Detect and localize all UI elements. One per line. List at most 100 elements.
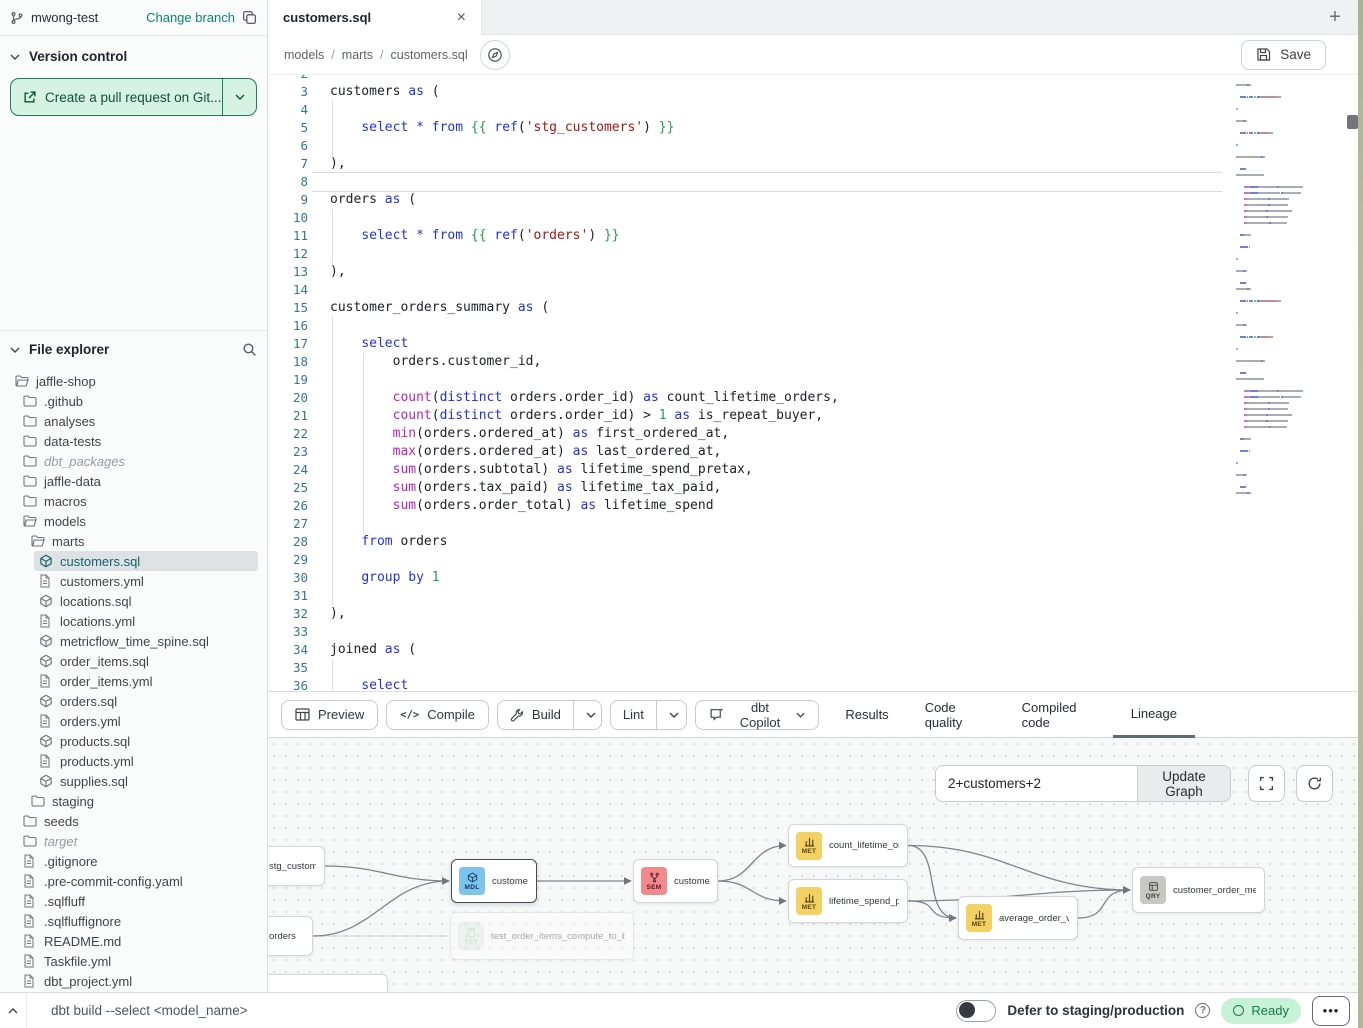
line-number: 4 — [268, 101, 308, 119]
file-tree-item-data-tests[interactable]: data-tests — [18, 431, 258, 451]
lineage-node-partial_bottom[interactable] — [268, 974, 388, 992]
file-tree-item-products-sql[interactable]: products.sql — [34, 731, 258, 751]
close-icon[interactable]: × — [457, 10, 466, 26]
lineage-node-count_lifetime_orders[interactable]: METcount_lifetime_orders — [788, 824, 908, 867]
save-button[interactable]: Save — [1241, 40, 1326, 70]
tab-customers-sql[interactable]: customers.sql × — [268, 0, 482, 35]
update-graph-button[interactable]: Update Graph — [1137, 766, 1230, 801]
mdl-badge: MDL — [459, 867, 485, 895]
fullscreen-button[interactable] — [1248, 765, 1285, 802]
file-tree-item-taskfile-yml[interactable]: Taskfile.yml — [18, 951, 258, 971]
lineage-node-average_order_value[interactable]: METaverage_order_value — [958, 896, 1078, 940]
line-number: 3 — [268, 83, 308, 101]
change-branch-link[interactable]: Change branch — [146, 10, 235, 25]
file-explorer-title: File explorer — [29, 342, 109, 357]
file-tree-item-customers-yml[interactable]: customers.yml — [34, 571, 258, 591]
file-tree-item-order-items-sql[interactable]: order_items.sql — [34, 651, 258, 671]
help-icon[interactable]: ? — [1195, 1003, 1210, 1018]
line-number: 18 — [268, 353, 308, 371]
minimap[interactable] — [1233, 75, 1323, 545]
lineage-edge-average_order_value-to-customer_order_metrics — [1078, 890, 1130, 918]
build-options-caret[interactable] — [573, 701, 602, 729]
compile-button[interactable]: </> Compile — [386, 700, 489, 730]
file-tree-item--sqlfluff[interactable]: .sqlfluff — [18, 891, 258, 911]
file-tree-item-seeds[interactable]: seeds — [18, 811, 258, 831]
file-tree-item--pre-commit-config-yaml[interactable]: .pre-commit-config.yaml — [18, 871, 258, 891]
create-pr-main[interactable]: Create a pull request on Git... — [11, 79, 223, 115]
file-tree-item-label: seeds — [44, 814, 79, 829]
more-options-button[interactable]: ••• — [1312, 996, 1350, 1026]
file-tree-item-jaffle-shop[interactable]: jaffle-shop — [10, 371, 258, 391]
file-tree-item-products-yml[interactable]: products.yml — [34, 751, 258, 771]
file-tree-item-orders-sql[interactable]: orders.sql — [34, 691, 258, 711]
file-tree-item-metricflow-time-spine-sql[interactable]: metricflow_time_spine.sql — [34, 631, 258, 651]
file-tree-item-locations-sql[interactable]: locations.sql — [34, 591, 258, 611]
editor-scrollbar-thumb[interactable] — [1347, 115, 1358, 129]
file-tree-item--gitignore[interactable]: .gitignore — [18, 851, 258, 871]
lineage-node-customer_order_metrics[interactable]: QRYcustomer_order_metrics — [1132, 867, 1265, 913]
breadcrumb-models[interactable]: models — [284, 48, 324, 62]
line-number: 8 — [268, 173, 308, 191]
file-tree-item-staging[interactable]: staging — [26, 791, 258, 811]
dbt-copilot-button[interactable]: dbt Copilot — [695, 700, 820, 730]
status-label: Ready — [1251, 1003, 1289, 1018]
create-pr-caret[interactable] — [223, 79, 256, 115]
file-tree-item-marts[interactable]: marts — [26, 531, 258, 551]
file-tree-item--github[interactable]: .github — [18, 391, 258, 411]
tab-compiled-code[interactable]: Compiled code — [1004, 692, 1113, 738]
lineage-selector-input[interactable] — [936, 766, 1137, 801]
lineage-canvas[interactable]: MDLstg_customers MDLorders MDL customers TST… — [268, 738, 1363, 992]
search-icon[interactable] — [242, 342, 257, 357]
ide-status-badge[interactable]: Ready — [1221, 998, 1301, 1024]
version-control-header[interactable]: Version control — [0, 36, 267, 72]
file-tree-item-orders-yml[interactable]: orders.yml — [34, 711, 258, 731]
file-tree-item-target[interactable]: target — [18, 831, 258, 851]
file-tree-item-jaffle-data[interactable]: jaffle-data — [18, 471, 258, 491]
preview-button[interactable]: Preview — [281, 700, 378, 730]
lineage-node-orders[interactable]: MDLorders — [268, 916, 313, 956]
code-line-23: max(orders.ordered_at) as last_ordered_a… — [330, 443, 721, 461]
lineage-node-customers_mdl[interactable]: MDL customers — [451, 859, 537, 903]
tab-lineage[interactable]: Lineage — [1113, 692, 1195, 738]
file-tree-item-readme-md[interactable]: README.md — [18, 931, 258, 951]
file-tree-item-dbt-packages[interactable]: dbt_packages — [18, 451, 258, 471]
file-tree-item--sqlfluffignore[interactable]: .sqlfluffignore — [18, 911, 258, 931]
file-tree-item-models[interactable]: models — [18, 511, 258, 531]
line-number: 27 — [268, 515, 308, 533]
defer-toggle[interactable] — [956, 1000, 996, 1022]
lineage-edge-customers_sem-to-count_lifetime_orders — [718, 846, 786, 882]
file-tree-item-customers-sql[interactable]: customers.sql — [34, 551, 258, 571]
breadcrumb-marts[interactable]: marts — [342, 48, 373, 62]
create-pr-button[interactable]: Create a pull request on Git... — [10, 78, 257, 116]
file-tree-item-order-items-yml[interactable]: order_items.yml — [34, 671, 258, 691]
command-input-placeholder[interactable]: dbt build --select <model_name> — [51, 1003, 248, 1018]
new-tab-button[interactable]: + — [1315, 0, 1355, 35]
file-tree-item-locations-yml[interactable]: locations.yml — [34, 611, 258, 631]
build-button[interactable]: Build — [498, 701, 573, 729]
minimap-line — [1236, 120, 1247, 122]
lineage-node-stg_customers[interactable]: MDLstg_customers — [268, 846, 325, 886]
compile-label: Compile — [427, 707, 475, 722]
code-editor[interactable]: 2345678910111213141516171819202122232425… — [268, 75, 1363, 691]
file-tree-item-dbt-project-yml[interactable]: dbt_project.yml — [18, 971, 258, 991]
copy-icon[interactable] — [242, 10, 257, 25]
file-tree-item-supplies-sql[interactable]: supplies.sql — [34, 771, 258, 791]
tab-code-quality[interactable]: Code quality — [907, 692, 1004, 738]
file-tree-item-macros[interactable]: macros — [18, 491, 258, 511]
line-number: 6 — [268, 137, 308, 155]
lint-button[interactable]: Lint — [611, 701, 656, 729]
breadcrumb-file[interactable]: customers.sql — [391, 48, 468, 62]
file-tree-item-analyses[interactable]: analyses — [18, 411, 258, 431]
lineage-node-lifetime_spend_pretax[interactable]: METlifetime_spend_pretax — [788, 879, 908, 923]
lineage-node-customers_sem[interactable]: SEMcustomers — [633, 859, 718, 903]
lineage-node-label: customers — [492, 876, 528, 887]
refresh-button[interactable] — [1296, 765, 1333, 802]
expand-command-panel-button[interactable] — [0, 993, 27, 1028]
tab-results[interactable]: Results — [827, 692, 906, 738]
file-explorer-header[interactable]: File explorer — [0, 331, 267, 363]
lint-options-caret[interactable] — [656, 701, 687, 729]
navigate-button[interactable] — [480, 40, 510, 70]
minimap-line — [1236, 360, 1265, 362]
file-tree-item-label: analyses — [44, 414, 95, 429]
lineage-node-test_bools[interactable]: TSTtest_order_items_compute_to_bools... — [450, 912, 634, 960]
